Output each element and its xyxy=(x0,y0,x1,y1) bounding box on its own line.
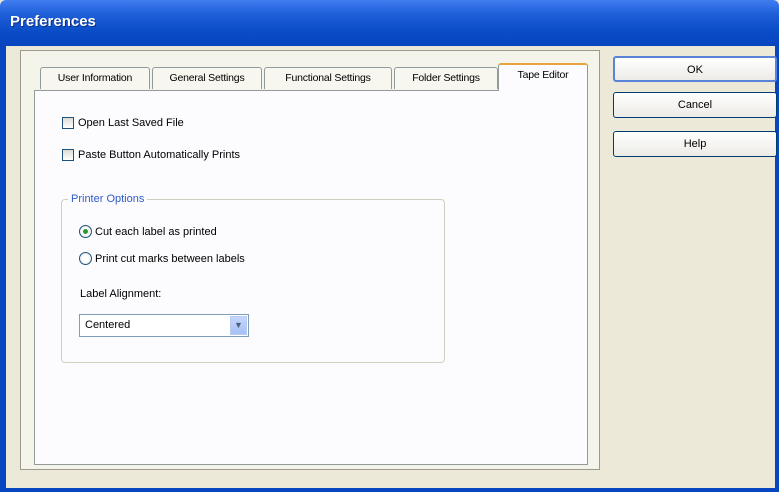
print-cut-marks-label: Print cut marks between labels xyxy=(95,252,245,265)
printer-options-title: Printer Options xyxy=(68,193,148,205)
tab-folder-settings[interactable]: Folder Settings xyxy=(394,67,498,89)
paste-prints-label: Paste Button Automatically Prints xyxy=(78,149,241,161)
print-cut-marks-radio[interactable] xyxy=(79,252,92,265)
label-alignment-value: Centered xyxy=(85,319,131,331)
preferences-dialog: Preferences User Information General Set… xyxy=(0,0,779,492)
open-last-saved-checkbox[interactable] xyxy=(62,117,74,129)
title-bar[interactable]: Preferences xyxy=(0,0,779,46)
tab-general-settings[interactable]: General Settings xyxy=(152,67,262,89)
tab-functional-settings[interactable]: Functional Settings xyxy=(264,67,392,89)
paste-prints-checkbox[interactable] xyxy=(62,149,74,161)
chevron-down-icon[interactable]: ▼ xyxy=(230,316,247,335)
label-alignment-label: Label Alignment: xyxy=(80,288,162,300)
frame-bottom xyxy=(0,488,779,492)
print-cut-marks-option[interactable]: Print cut marks between labels xyxy=(79,252,245,265)
paste-prints-option[interactable]: Paste Button Automatically Prints xyxy=(62,149,240,161)
printer-options-group xyxy=(61,199,445,363)
window-title: Preferences xyxy=(10,13,96,30)
open-last-saved-option[interactable]: Open Last Saved File xyxy=(62,117,184,129)
help-button[interactable]: Help xyxy=(613,131,777,157)
tab-tape-editor[interactable]: Tape Editor xyxy=(498,63,588,91)
cut-each-label-option[interactable]: Cut each label as printed xyxy=(79,225,217,238)
frame-left xyxy=(0,46,6,492)
cut-each-label-radio[interactable] xyxy=(79,225,92,238)
cancel-button[interactable]: Cancel xyxy=(613,92,777,118)
tab-user-information[interactable]: User Information xyxy=(40,67,150,89)
ok-button[interactable]: OK xyxy=(613,56,777,82)
cut-each-label-label: Cut each label as printed xyxy=(95,225,217,238)
label-alignment-select[interactable]: Centered ▼ xyxy=(79,314,249,337)
open-last-saved-label: Open Last Saved File xyxy=(78,117,184,129)
